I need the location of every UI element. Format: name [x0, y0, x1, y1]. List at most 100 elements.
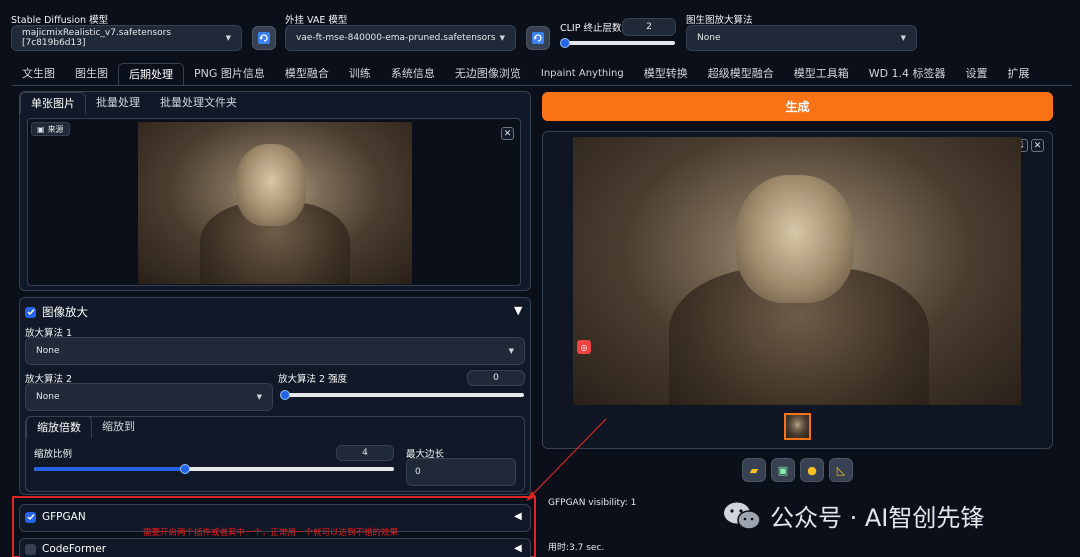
- tab-scale-by[interactable]: 缩放倍数: [26, 416, 92, 438]
- codeformer-label: CodeFormer: [42, 543, 107, 555]
- gfpgan-header[interactable]: GFPGAN: [25, 511, 86, 523]
- tab-extras[interactable]: 后期处理: [118, 63, 184, 85]
- tab-scale-to[interactable]: 缩放到: [92, 416, 145, 438]
- tab-super-merger[interactable]: 超级模型融合: [698, 63, 784, 85]
- algo2-strength-label: 放大算法 2 强度: [278, 374, 348, 385]
- algo2-strength-slider[interactable]: [280, 390, 524, 400]
- algo1-value: None: [36, 346, 60, 356]
- watermark-text: 公众号 · AI智创先锋: [770, 504, 985, 532]
- clip-slider[interactable]: [560, 38, 675, 48]
- tab-single-image[interactable]: 单张图片: [20, 92, 86, 114]
- send-to-img2img-button[interactable]: ▣: [771, 458, 795, 482]
- image-icon: ▣: [37, 124, 45, 134]
- tab-extensions[interactable]: 扩展: [998, 63, 1040, 85]
- send-to-inpaint-button[interactable]: ●: [800, 458, 824, 482]
- main-tabs: 文生图 图生图 后期处理 PNG 图片信息 模型融合 训练 系统信息 无边图像浏…: [12, 63, 1080, 85]
- check-icon: [27, 514, 35, 521]
- overlay-badge-icon: ◎: [577, 340, 591, 354]
- close-icon[interactable]: ✕: [501, 127, 514, 140]
- annotation-note: 需要开启两个插件或者其中一个，正常用一个就可以达到不错的效果: [143, 528, 399, 538]
- collapse-triangle-icon[interactable]: ▼: [514, 304, 522, 317]
- upscaler-label: 图生图放大算法: [686, 15, 753, 26]
- close-icon[interactable]: ✕: [1031, 139, 1044, 152]
- watermark: 公众号 · AI智创先锋: [722, 498, 984, 533]
- expand-triangle-icon[interactable]: ◀: [514, 543, 522, 554]
- scale-input[interactable]: 4: [336, 445, 394, 461]
- expand-triangle-icon[interactable]: ◀: [514, 511, 522, 522]
- source-image-dropzone[interactable]: ▣ 来源 ✕: [27, 118, 521, 286]
- algo2-select[interactable]: None ▼: [25, 383, 273, 411]
- chevron-down-icon: ▼: [499, 34, 505, 42]
- generate-button[interactable]: 生成: [542, 92, 1053, 121]
- vae-select[interactable]: vae-ft-mse-840000-ema-pruned.safetensors…: [285, 25, 516, 51]
- picture-icon: ▣: [777, 463, 789, 477]
- chevron-down-icon: ▼: [256, 393, 262, 401]
- output-image[interactable]: [573, 137, 1021, 405]
- clip-slider-thumb[interactable]: [560, 38, 570, 48]
- tab-model-convert[interactable]: 模型转换: [634, 63, 698, 85]
- chevron-down-icon: ▼: [900, 34, 906, 42]
- tab-inpaint-anything[interactable]: Inpaint Anything: [531, 63, 634, 85]
- tab-png-info[interactable]: PNG 图片信息: [184, 63, 275, 85]
- send-to-extras-button[interactable]: ◺: [829, 458, 853, 482]
- upscale-section-label: 图像放大: [42, 305, 88, 319]
- refresh-vae-button[interactable]: [526, 26, 550, 50]
- algo2-strength-thumb[interactable]: [280, 390, 290, 400]
- source-label: 来源: [47, 124, 64, 134]
- clip-slider-track: [565, 41, 675, 45]
- tab-settings[interactable]: 设置: [956, 63, 998, 85]
- sd-model-label: Stable Diffusion 模型: [11, 15, 109, 26]
- upscaler-value: None: [697, 33, 721, 43]
- scale-label: 缩放比例: [34, 449, 73, 460]
- vae-label: 外挂 VAE 模型: [285, 15, 348, 26]
- ruler-triangle-icon: ◺: [836, 463, 846, 477]
- refresh-icon: [532, 32, 544, 44]
- upscale-header[interactable]: 图像放大: [25, 304, 88, 320]
- vae-value: vae-ft-mse-840000-ema-pruned.safetensors: [296, 33, 496, 43]
- upscaler-select[interactable]: None ▼: [686, 25, 917, 51]
- tab-wd-tagger[interactable]: WD 1.4 标签器: [859, 63, 956, 85]
- scale-tabs: 缩放倍数 缩放到: [26, 416, 145, 438]
- output-thumbnail[interactable]: [784, 413, 811, 440]
- wechat-icon: [724, 502, 761, 530]
- chevron-down-icon: ▼: [508, 347, 514, 355]
- clip-value-input[interactable]: 2: [622, 18, 676, 36]
- palette-icon: ●: [807, 463, 817, 477]
- max-edge-input[interactable]: 0: [406, 458, 516, 486]
- tab-train[interactable]: 训练: [339, 63, 381, 85]
- upscale-checkbox[interactable]: [25, 306, 36, 318]
- codeformer-header[interactable]: CodeFormer: [25, 543, 106, 555]
- tab-system-info[interactable]: 系统信息: [381, 63, 445, 85]
- annotation-arrow: [526, 418, 607, 501]
- gfpgan-checkbox[interactable]: [25, 511, 36, 523]
- tab-txt2img[interactable]: 文生图: [12, 63, 65, 85]
- algo2-strength-track: [282, 393, 524, 397]
- source-image: [138, 122, 412, 284]
- folder-icon: ▰: [749, 463, 759, 477]
- algo2-strength-input[interactable]: 0: [467, 370, 525, 386]
- chevron-down-icon: ▼: [225, 34, 231, 42]
- algo1-select[interactable]: None ▼: [25, 337, 525, 365]
- check-icon: [27, 309, 35, 316]
- sd-model-value: majicmixRealistic_v7.safetensors [7c819b…: [22, 28, 172, 48]
- tab-batch-process[interactable]: 批量处理: [86, 92, 150, 114]
- elapsed-time-text: 用时:3.7 sec.: [548, 543, 605, 553]
- sub-tabs: 单张图片 批量处理 批量处理文件夹: [20, 92, 247, 114]
- refresh-sd-model-button[interactable]: [252, 26, 276, 50]
- open-folder-button[interactable]: ▰: [742, 458, 766, 482]
- tab-img2img[interactable]: 图生图: [65, 63, 118, 85]
- tab-model-toolkit[interactable]: 模型工具箱: [784, 63, 859, 85]
- sd-model-select[interactable]: majicmixRealistic_v7.safetensors [7c819b…: [11, 25, 242, 51]
- gfpgan-label: GFPGAN: [42, 511, 86, 523]
- tab-image-browser[interactable]: 无边图像浏览: [445, 63, 531, 85]
- refresh-icon: [258, 32, 270, 44]
- clip-label: CLIP 终止层数: [560, 23, 622, 34]
- tab-batch-folder[interactable]: 批量处理文件夹: [150, 92, 247, 114]
- tab-checkpoint-merger[interactable]: 模型融合: [275, 63, 339, 85]
- source-label-badge: ▣ 来源: [31, 122, 70, 136]
- algo2-value: None: [36, 392, 60, 402]
- tabs-divider: [12, 85, 1072, 86]
- codeformer-checkbox[interactable]: [25, 543, 36, 555]
- scale-slider-fill: [34, 467, 186, 471]
- scale-slider[interactable]: [34, 464, 394, 474]
